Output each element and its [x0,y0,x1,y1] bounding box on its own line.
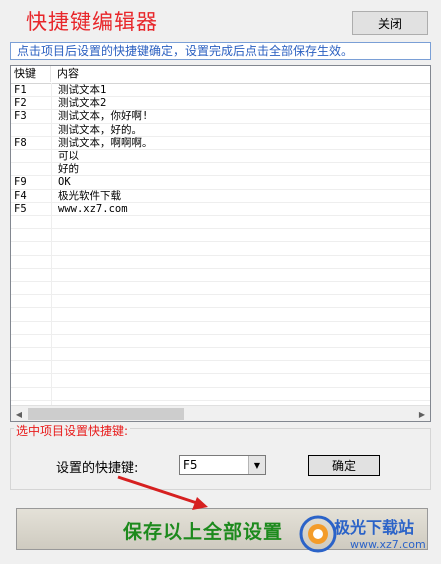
row-content: 可以 [58,150,79,162]
watermark-name: 极光下载站 [334,518,415,537]
chevron-down-icon[interactable]: ▼ [248,456,265,474]
grid-line [11,347,430,348]
watermark: 极光下载站 www.xz7.com [298,510,441,560]
grid-line [11,268,430,269]
row-key: F9 [14,176,27,188]
grid-line [11,281,430,282]
column-header-content[interactable]: 内容 [51,66,430,82]
row-key: F4 [14,190,27,202]
grid-line [11,360,430,361]
confirm-button[interactable]: 确定 [308,455,380,476]
hotkey-select-value: F5 [183,458,198,472]
row-key: F1 [14,84,27,96]
list-body: F1 测试文本1 F2 测试文本2 F3 测试文本，你好啊! 测试文本，好的。 F8 测试文本，… [11,83,430,405]
hotkey-select[interactable]: F5 ▼ [179,455,266,475]
grid-line [11,373,430,374]
column-header-key[interactable]: 快键 [11,66,51,82]
row-key: F8 [14,137,27,149]
grid-line [11,321,430,322]
row-content: 测试文本，好的。 [58,124,142,136]
row-key: F5 [14,203,27,215]
grid-line [11,387,430,388]
scroll-right-icon[interactable]: ▶ [414,406,430,421]
row-content: OK [58,176,71,188]
hotkey-label: 设置的快捷键: [56,461,139,476]
row-content: 极光软件下载 [58,190,121,202]
row-content: www.xz7.com [58,203,128,215]
row-key: F2 [14,97,27,109]
grid-line [11,307,430,308]
column-divider [51,83,52,405]
list-header: 快键 内容 [11,66,430,84]
grid-line [11,334,430,335]
hotkey-list[interactable]: 快键 内容 F1 测试文本1 F2 测试文本2 F3 测试文本，你好啊! 测试文本，好的。 F… [10,65,431,422]
grid-line [11,400,430,401]
watermark-url: www.xz7.com [350,538,426,551]
window-title: 快捷键编辑器 [26,10,158,34]
row-key: F3 [14,110,27,122]
row-content: 测试文本，啊啊啊。 [58,137,153,149]
grid-line [11,241,430,242]
close-button[interactable]: 关闭 [352,11,428,35]
grid-line [11,255,430,256]
row-content: 测试文本1 [58,84,107,96]
grid-line [11,294,430,295]
grid-line [11,228,430,229]
save-all-label: 保存以上全部设置 [123,521,284,543]
scrollbar-thumb[interactable] [28,408,184,420]
group-legend: 选中项目设置快捷键: [14,422,131,439]
scroll-left-icon[interactable]: ◀ [11,406,27,421]
watermark-logo-icon [299,515,337,553]
instruction-hint: 点击项目后设置的快捷键确定，设置完成后点击全部保存生效。 [10,42,431,60]
row-content: 测试文本2 [58,97,107,109]
row-content: 测试文本，你好啊! [58,110,149,122]
row-content: 好的 [58,163,79,175]
horizontal-scrollbar[interactable]: ◀ ▶ [11,405,430,421]
